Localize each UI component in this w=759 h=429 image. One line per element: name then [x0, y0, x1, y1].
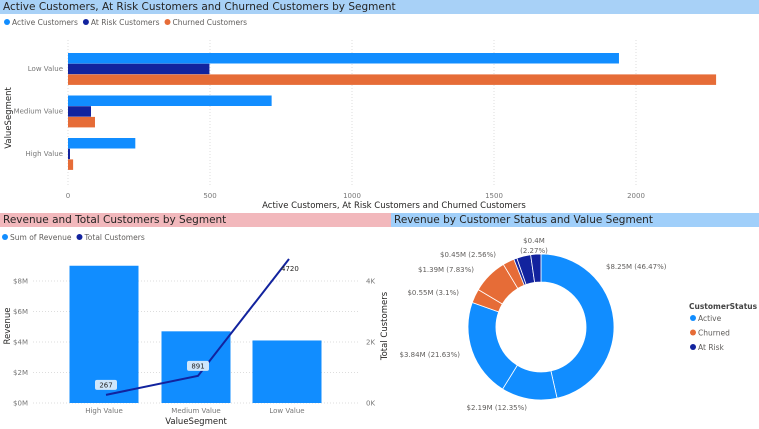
donut-data-label: $1.39M (7.83%): [418, 266, 474, 274]
bar-at-risk-customers: [68, 148, 70, 160]
y-tick-label: $2M: [13, 369, 28, 377]
legend-label-1: At Risk Customers: [91, 18, 160, 27]
legend-label-1: Total Customers: [83, 233, 144, 242]
y-tick-label: $4M: [13, 339, 28, 347]
x-tick-label: High Value: [85, 407, 123, 415]
donut-data-label: $3.84M (21.63%): [400, 351, 461, 359]
bar-at-risk-customers: [68, 106, 92, 117]
y2-tick-label: 4K: [366, 278, 375, 286]
customers-by-segment-chart: Active Customers At Risk Customers Churned…: [4, 18, 717, 211]
legend-title: CustomerStatus: [689, 302, 758, 311]
y-tick-label: Medium Value: [14, 108, 63, 116]
y2-tick-label: 2K: [366, 339, 375, 347]
donut-slice-active: [467, 301, 518, 390]
legend-label-0: Active: [698, 314, 722, 323]
revenue-bar: [252, 340, 322, 403]
revenue-donut-chart: $8.25M (46.47%) $2.19M (12.35%) $3.84M (21…: [400, 237, 758, 412]
y-axis-title: ValueSegment: [4, 87, 14, 149]
donut-data-label: $0.4M: [523, 237, 545, 245]
x-tick-label: Medium Value: [171, 407, 220, 415]
y-tick-label: $0M: [13, 400, 28, 408]
bar-active-customers: [68, 138, 136, 149]
donut-chart-title: Revenue by Customer Status and Value Seg…: [391, 213, 759, 227]
x-tick-label: 500: [203, 192, 216, 200]
legend-label-2: At Risk: [698, 343, 725, 352]
x-tick-label: Low Value: [269, 407, 304, 415]
bar-churned-customers: [68, 116, 95, 128]
bar-active-customers: [68, 95, 272, 106]
y-tick-label: $8M: [13, 278, 28, 286]
legend-marker-0: [690, 315, 696, 321]
data-label: 4720: [281, 265, 299, 273]
x-axis-title: Active Customers, At Risk Customers and …: [262, 201, 526, 211]
y2-axis-title: Total Customers: [380, 291, 390, 361]
donut-data-label: $2.19M (12.35%): [467, 404, 528, 412]
legend-label-1: Churned: [698, 329, 730, 338]
legend-marker-2: [164, 19, 171, 25]
donut-data-label: (2.27%): [520, 247, 548, 255]
bar-churned-customers: [68, 74, 717, 85]
legend-label-0: Sum of Revenue: [10, 233, 72, 242]
y2-tick-label: 0K: [366, 400, 375, 408]
legend-label-2: Churned Customers: [173, 18, 248, 27]
legend-marker-2: [690, 344, 696, 350]
bar-active-customers: [68, 53, 619, 64]
x-tick-label: 1500: [485, 192, 503, 200]
bar-at-risk-customers: [68, 63, 210, 75]
y-tick-label: Low Value: [28, 65, 63, 73]
legend-marker-1: [82, 19, 89, 25]
donut-data-label: $8.25M (46.47%): [606, 263, 667, 271]
data-label: 267: [99, 381, 112, 389]
x-tick-label: 1000: [343, 192, 361, 200]
data-label: 891: [191, 362, 204, 370]
revenue-customers-chart-title: Revenue and Total Customers by Segment: [0, 213, 391, 227]
y-tick-label: $6M: [13, 308, 28, 316]
x-axis-title: ValueSegment: [165, 417, 227, 427]
legend-marker-0: [4, 19, 10, 25]
donut-data-label: $0.45M (2.56%): [440, 251, 496, 259]
legend-marker-1: [76, 234, 83, 240]
x-tick-label: 2000: [627, 192, 645, 200]
legend-marker-1: [690, 329, 696, 336]
x-tick-label: 0: [66, 192, 70, 200]
donut-data-label: $0.55M (3.1%): [407, 289, 459, 297]
y-tick-label: High Value: [25, 150, 63, 158]
legend-marker-0: [2, 234, 8, 240]
legend-label-0: Active Customers: [12, 18, 78, 27]
y-axis-title: Revenue: [3, 307, 13, 344]
bar-churned-customers: [68, 159, 74, 170]
revenue-customers-combo-chart: Sum of Revenue Total Customers $0M $2M $4M $6…: [2, 233, 390, 427]
